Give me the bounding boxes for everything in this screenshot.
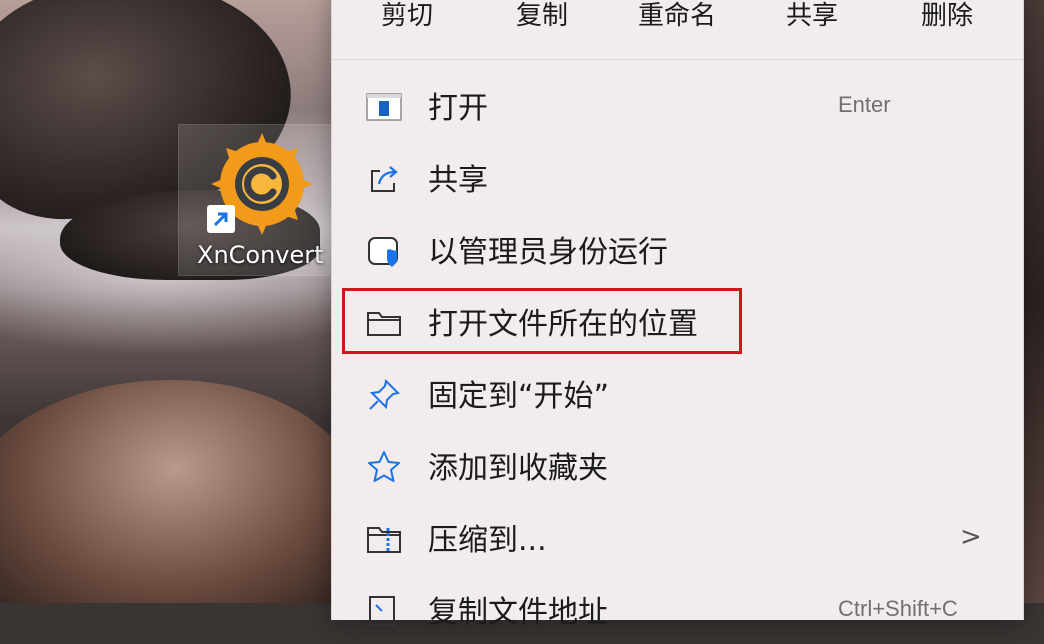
chevron-right-icon: >	[960, 522, 982, 552]
share-icon	[364, 159, 404, 199]
copy-path-icon	[364, 591, 404, 631]
menu-item-open-file-location[interactable]: 打开文件所在的位置	[332, 286, 1023, 356]
menu-item-run-as-admin[interactable]: 以管理员身份运行	[332, 214, 1023, 284]
wallpaper-rock	[0, 359, 373, 603]
cut-button[interactable]: 剪切	[352, 0, 462, 36]
menu-item-label: 打开文件所在的位置	[428, 307, 698, 342]
menu-item-label: 压缩到...	[428, 523, 547, 558]
desktop-shortcut-label: XnConvert	[197, 241, 324, 269]
menu-item-copy-file-path[interactable]: 复制文件地址 Ctrl+Shift+C	[332, 574, 1023, 644]
menu-item-pin-to-start[interactable]: 固定到“开始”	[332, 358, 1023, 428]
menu-item-label: 复制文件地址	[428, 595, 608, 630]
admin-shield-icon	[364, 231, 404, 271]
delete-label: 删除	[920, 0, 973, 31]
folder-icon	[364, 303, 404, 343]
delete-button[interactable]: 删除	[892, 0, 1002, 36]
menu-separator	[332, 59, 1023, 60]
desktop-shortcut-xnconvert[interactable]: XnConvert	[178, 124, 340, 276]
shortcut-key-label: Ctrl+Shift+C	[838, 596, 958, 621]
pin-icon	[364, 375, 404, 415]
zip-folder-icon	[364, 519, 404, 559]
open-window-icon	[364, 87, 404, 127]
rename-label: 重命名	[637, 0, 716, 31]
share-toolbar-button[interactable]: 共享	[757, 0, 867, 36]
menu-item-add-to-favorites[interactable]: 添加到收藏夹	[332, 430, 1023, 500]
rename-button[interactable]: 重命名	[612, 0, 742, 36]
context-menu: 剪切 复制 重命名 共享 删除 打开 Enter 共享 以管理员身份运行 打开文…	[331, 0, 1024, 630]
menu-item-label: 添加到收藏夹	[428, 451, 608, 486]
menu-item-label: 以管理员身份运行	[428, 235, 668, 270]
menu-item-label: 固定到“开始”	[428, 379, 610, 414]
menu-item-label: 打开	[428, 91, 488, 126]
cut-label: 剪切	[380, 0, 433, 31]
menu-item-label: 共享	[428, 163, 488, 198]
copy-label: 复制	[515, 0, 568, 31]
menu-item-share[interactable]: 共享	[332, 142, 1023, 212]
shortcut-key-label: Enter	[838, 92, 891, 117]
menu-item-compress-to[interactable]: 压缩到... >	[332, 502, 1023, 572]
shortcut-arrow-icon	[207, 205, 235, 233]
copy-button[interactable]: 复制	[487, 0, 597, 36]
star-icon	[364, 447, 404, 487]
menu-item-open[interactable]: 打开 Enter	[332, 70, 1023, 140]
share-toolbar-label: 共享	[785, 0, 838, 31]
